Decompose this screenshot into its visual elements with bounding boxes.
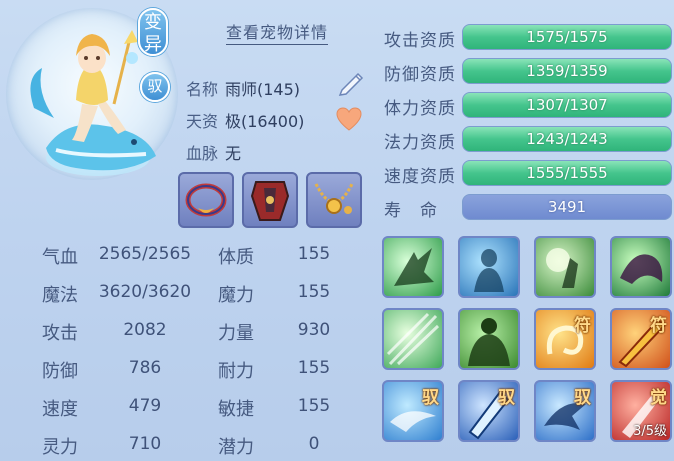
stat-value-magic: 155 [297, 282, 331, 302]
stat-value-strength: 930 [297, 320, 331, 340]
aptitude-bar-defense: 1359/1359 [462, 58, 672, 84]
necklace-icon [314, 183, 354, 214]
stat-value-agility: 155 [297, 396, 331, 416]
giant-golem-icon [460, 310, 518, 368]
collar-icon [185, 183, 227, 217]
shadow-strike-icon [384, 238, 442, 296]
stat-label-defense: 防御 [42, 361, 78, 382]
skill-slot-6[interactable] [458, 308, 520, 370]
heart-icon[interactable] [334, 104, 364, 134]
stat-value-hp: 2565/2565 [98, 244, 192, 264]
aptitude-bar-mana: 1243/1243 [462, 126, 672, 152]
skill-tag: 觉 [650, 388, 667, 408]
equipment-slot-armor[interactable] [242, 172, 298, 228]
aptitude-bar-speed: 1555/1555 [462, 160, 672, 186]
stat-label-potential: 潜力 [218, 437, 254, 458]
stat-value-attack: 2082 [123, 320, 167, 340]
talent-label: 天资 [186, 112, 219, 131]
name-value: 雨师(145) [225, 80, 301, 99]
stat-value-potential: 0 [308, 434, 320, 454]
skill-tag: 符 [650, 316, 667, 336]
name-label: 名称 [186, 80, 219, 99]
skill-slot-5[interactable] [382, 308, 444, 370]
ride-badge[interactable]: 驭 [140, 72, 170, 102]
skill-tag: 驭 [498, 388, 515, 408]
talent-value: 极(16400) [225, 112, 305, 131]
armor-icon [250, 181, 290, 221]
skill-slot-7[interactable]: 符 [534, 308, 596, 370]
stat-value-endurance: 155 [297, 358, 331, 378]
aptitude-label-stamina: 体力资质 [384, 99, 456, 119]
bloodline-value: 无 [225, 144, 242, 163]
stat-label-endurance: 耐力 [218, 361, 254, 382]
equipment-slot-collar[interactable] [178, 172, 234, 228]
rename-pencil-icon[interactable] [334, 68, 368, 98]
view-pet-details-link[interactable]: 查看宠物详情 [226, 22, 329, 45]
stat-label-speed: 速度 [42, 399, 78, 420]
skill-tag: 符 [574, 316, 591, 336]
stat-label-constitution: 体质 [218, 247, 254, 268]
equipment-slot-necklace[interactable] [306, 172, 362, 228]
stat-label-strength: 力量 [218, 323, 254, 344]
skill-slot-10[interactable]: 驭 [458, 380, 520, 442]
spirit-figure-icon [460, 238, 518, 296]
stat-value-defense: 786 [128, 358, 162, 378]
dark-beast-icon [612, 238, 670, 296]
skill-slot-12[interactable]: 觉 3/5级 [610, 380, 672, 442]
aptitude-label-speed: 速度资质 [384, 167, 456, 187]
skill-slot-4[interactable] [610, 236, 672, 298]
skill-slot-3[interactable] [534, 236, 596, 298]
skill-tag: 驭 [422, 388, 439, 408]
light-burst-icon [384, 310, 442, 368]
lifespan-label: 寿 命 [384, 201, 438, 221]
aptitude-label-defense: 防御资质 [384, 65, 456, 85]
aptitude-bar-attack: 1575/1575 [462, 24, 672, 50]
skill-slot-8[interactable]: 符 [610, 308, 672, 370]
stat-label-agility: 敏捷 [218, 399, 254, 420]
skill-slot-2[interactable] [458, 236, 520, 298]
stat-value-spirit: 710 [128, 434, 162, 454]
skill-tag: 驭 [574, 388, 591, 408]
moon-warrior-icon [536, 238, 594, 296]
stat-label-attack: 攻击 [42, 323, 78, 344]
stat-label-spirit: 灵力 [42, 437, 78, 458]
bloodline-label: 血脉 [186, 144, 219, 163]
stat-value-mp: 3620/3620 [98, 282, 192, 302]
skill-level-label: 3/5级 [633, 424, 667, 439]
stat-label-hp: 气血 [42, 247, 78, 268]
variant-badge: 变异 [138, 8, 168, 56]
aptitude-label-mana: 法力资质 [384, 133, 456, 153]
stat-value-speed: 479 [128, 396, 162, 416]
stat-label-mp: 魔法 [42, 285, 78, 306]
aptitude-label-attack: 攻击资质 [384, 31, 456, 51]
lifespan-bar: 3491 [462, 194, 672, 220]
skill-slot-9[interactable]: 驭 [382, 380, 444, 442]
skill-slot-11[interactable]: 驭 [534, 380, 596, 442]
skill-slot-1[interactable] [382, 236, 444, 298]
stat-label-magic: 魔力 [218, 285, 254, 306]
stat-value-constitution: 155 [297, 244, 331, 264]
aptitude-bar-stamina: 1307/1307 [462, 92, 672, 118]
